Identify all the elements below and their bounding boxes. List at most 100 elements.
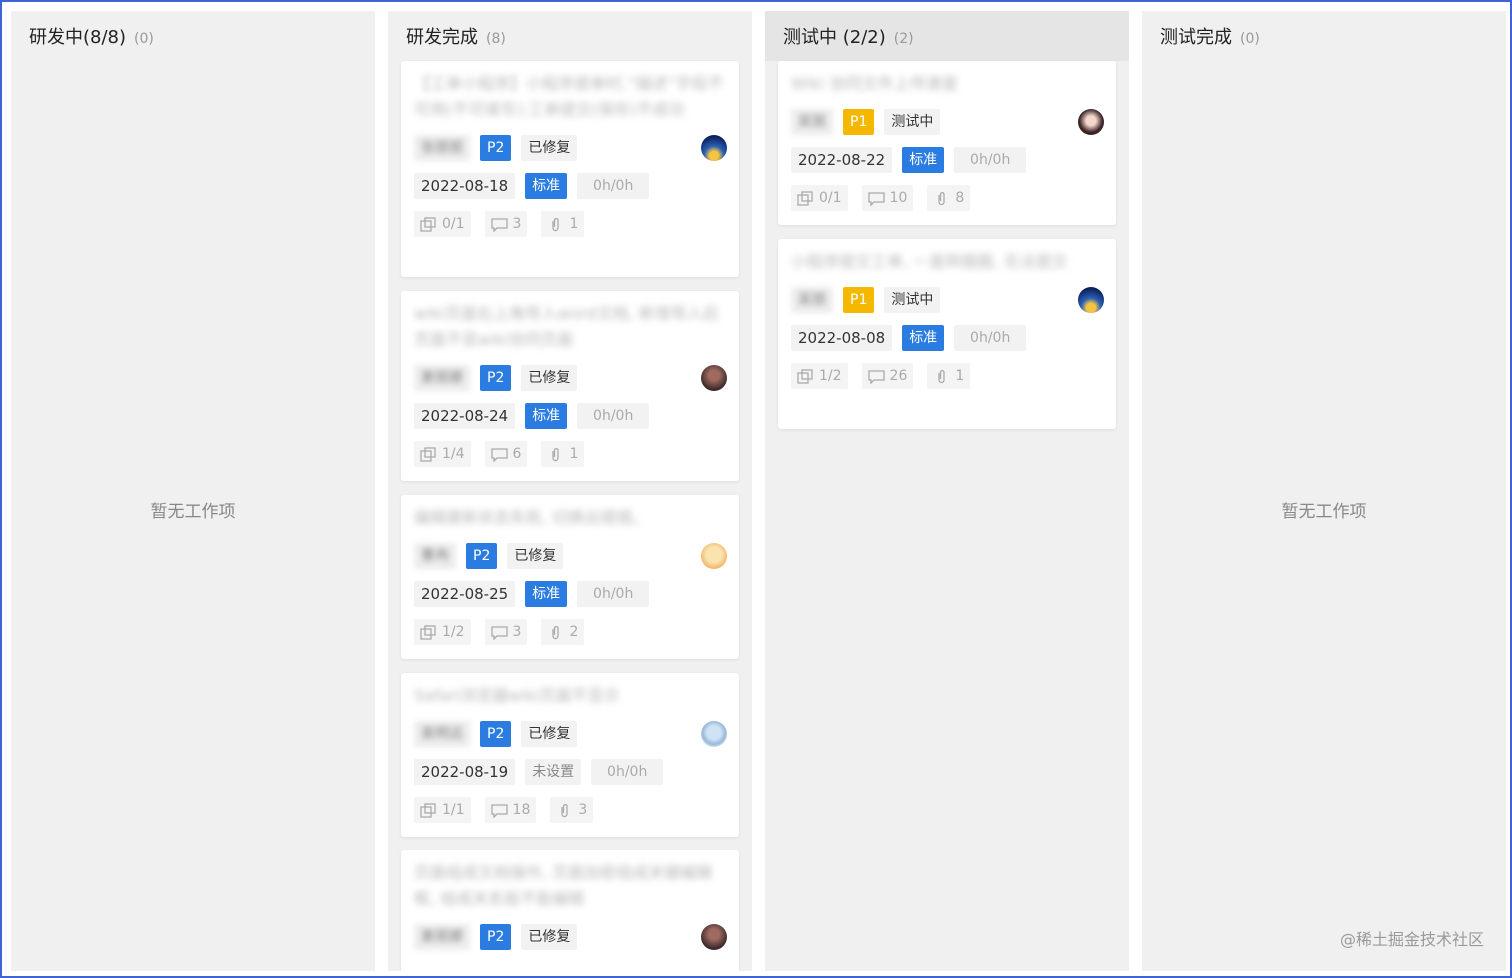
- due-date[interactable]: 2022-08-22: [791, 147, 893, 173]
- status-tag[interactable]: 已修复: [521, 924, 578, 950]
- avatar[interactable]: [701, 135, 727, 161]
- avatar[interactable]: [701, 543, 727, 569]
- subtasks-counter[interactable]: 1/1: [414, 797, 471, 823]
- paperclip-icon: [552, 625, 560, 639]
- column-header: 测试完成 (0): [1142, 11, 1506, 61]
- subtasks-counter[interactable]: 1/4: [414, 441, 471, 467]
- due-date[interactable]: 2022-08-19: [414, 759, 516, 785]
- avatar[interactable]: [1078, 287, 1104, 313]
- card-title[interactable]: 小程序提交工单, 一直转圈圈, 无法提交: [791, 249, 1104, 275]
- due-date[interactable]: 2022-08-18: [414, 173, 516, 199]
- column-header: 测试中 (2/2) (2): [765, 11, 1129, 61]
- attachments-counter[interactable]: 1: [541, 441, 585, 467]
- subtasks-value: 1/1: [442, 802, 465, 818]
- card-title[interactable]: wiki页面右上角导入word文档, 新增导入后页面不显wiki协同页面: [414, 301, 727, 353]
- watermark: @稀土掘金技术社区: [1339, 930, 1484, 949]
- priority-badge[interactable]: P1: [843, 287, 875, 313]
- priority-badge[interactable]: P2: [466, 543, 498, 569]
- attachments-counter[interactable]: 1: [927, 363, 971, 389]
- assignee-tag[interactable]: 袁明远: [414, 721, 470, 747]
- attachments-counter[interactable]: 2: [541, 619, 585, 645]
- work-item-card[interactable]: 页面组成文档操作, 页面加密组成关键编辑框, 组成关系能不能编辑 姜丽娜 P2 …: [401, 850, 739, 971]
- type-tag[interactable]: 标准: [525, 581, 568, 607]
- avatar[interactable]: [1078, 109, 1104, 135]
- type-tag[interactable]: 标准: [525, 173, 568, 199]
- status-tag[interactable]: 测试中: [884, 109, 941, 135]
- estimate-time[interactable]: 0h/0h: [591, 759, 664, 785]
- paperclip-icon: [552, 217, 560, 231]
- comments-counter[interactable]: 6: [484, 441, 528, 467]
- comments-value: 6: [512, 446, 522, 462]
- attachments-counter[interactable]: 8: [927, 185, 971, 211]
- subtasks-counter[interactable]: 0/1: [791, 185, 848, 211]
- column-title: 测试中 (2/2): [783, 27, 886, 48]
- estimate-time[interactable]: 0h/0h: [577, 403, 650, 429]
- status-tag[interactable]: 已修复: [521, 365, 578, 391]
- card-title[interactable]: Wiki 协同文件上传速度: [791, 71, 1104, 97]
- status-tag[interactable]: 已修复: [521, 135, 578, 161]
- card-row-dates: 2022-08-18 标准 0h/0h: [414, 173, 727, 199]
- priority-badge[interactable]: P1: [843, 109, 875, 135]
- priority-badge[interactable]: P2: [480, 721, 512, 747]
- comments-counter[interactable]: 18: [484, 797, 537, 823]
- column-header: 研发中(8/8) (0): [11, 11, 375, 61]
- card-row-people: 姜丽娜 P2 已修复: [414, 365, 727, 391]
- paperclip-icon: [938, 191, 946, 205]
- comments-counter[interactable]: 26: [861, 363, 914, 389]
- estimate-time[interactable]: 0h/0h: [954, 325, 1027, 351]
- column-test-done: 测试完成 (0) 暂无工作项: [1142, 11, 1506, 971]
- column-count: (0): [134, 31, 154, 47]
- work-item-card[interactable]: Wiki 协同文件上传速度 吴丽 P1 测试中 2022-08-22 标准 0h…: [778, 61, 1116, 225]
- priority-badge[interactable]: P2: [480, 135, 512, 161]
- card-row-people: 吴丽 P1 测试中: [791, 287, 1104, 313]
- work-item-card[interactable]: 编辑建新状态失败, 切换出错错。 曹冉 P2 已修复 2022-08-25 标准…: [401, 495, 739, 659]
- assignee-tag[interactable]: 吴丽: [791, 109, 833, 135]
- status-tag[interactable]: 测试中: [884, 287, 941, 313]
- comments-counter[interactable]: 3: [484, 619, 528, 645]
- avatar[interactable]: [701, 365, 727, 391]
- card-title[interactable]: 页面组成文档操作, 页面加密组成关键编辑框, 组成关系能不能编辑: [414, 860, 727, 912]
- type-tag[interactable]: 标准: [902, 147, 945, 173]
- due-date[interactable]: 2022-08-25: [414, 581, 516, 607]
- type-tag[interactable]: 标准: [525, 403, 568, 429]
- attachments-counter[interactable]: 1: [541, 211, 585, 237]
- subtasks-counter[interactable]: 0/1: [414, 211, 471, 237]
- subtasks-value: 0/1: [819, 190, 842, 206]
- estimate-time[interactable]: 0h/0h: [577, 173, 650, 199]
- type-tag[interactable]: 标准: [902, 325, 945, 351]
- comments-counter[interactable]: 10: [861, 185, 914, 211]
- card-title[interactable]: 【工单小程序】小程序提单时,“描述”字段不可用(不可填写):工单提交(保存)不成…: [414, 71, 727, 123]
- avatar[interactable]: [701, 721, 727, 747]
- subtasks-counter[interactable]: 1/2: [414, 619, 471, 645]
- avatar[interactable]: [701, 924, 727, 950]
- kanban-board: 研发中(8/8) (0) 暂无工作项 研发完成 (8) 【工单小程序】小程序提单…: [0, 0, 1512, 978]
- card-row-people: 吴丽 P1 测试中: [791, 109, 1104, 135]
- assignee-tag[interactable]: 吴丽: [791, 287, 833, 313]
- attachments-counter[interactable]: 3: [550, 797, 594, 823]
- work-item-card[interactable]: wiki页面右上角导入word文档, 新增导入后页面不显wiki协同页面 姜丽娜…: [401, 291, 739, 481]
- assignee-tag[interactable]: 张丽丽: [414, 135, 470, 161]
- priority-badge[interactable]: P2: [480, 924, 512, 950]
- assignee-tag[interactable]: 姜丽娜: [414, 924, 470, 950]
- priority-badge[interactable]: P2: [480, 365, 512, 391]
- estimate-time[interactable]: 0h/0h: [577, 581, 650, 607]
- status-tag[interactable]: 已修复: [507, 543, 564, 569]
- subtask-icon: [797, 368, 813, 384]
- work-item-card[interactable]: 小程序提交工单, 一直转圈圈, 无法提交 吴丽 P1 测试中 2022-08-0…: [778, 239, 1116, 429]
- due-date[interactable]: 2022-08-24: [414, 403, 516, 429]
- due-date[interactable]: 2022-08-08: [791, 325, 893, 351]
- card-row-meta: 1/4 6 1: [414, 441, 727, 467]
- subtasks-counter[interactable]: 1/2: [791, 363, 848, 389]
- comments-counter[interactable]: 3: [484, 211, 528, 237]
- empty-placeholder: 暂无工作项: [1281, 502, 1367, 522]
- work-item-card[interactable]: Safari浏览器wiki页面不显示 袁明远 P2 已修复 2022-08-19…: [401, 673, 739, 837]
- status-tag[interactable]: 已修复: [521, 721, 578, 747]
- estimate-time[interactable]: 0h/0h: [954, 147, 1027, 173]
- card-title[interactable]: 编辑建新状态失败, 切换出错错。: [414, 505, 727, 531]
- type-tag[interactable]: 未设置: [525, 759, 582, 785]
- card-title[interactable]: Safari浏览器wiki页面不显示: [414, 683, 727, 709]
- work-item-card[interactable]: 【工单小程序】小程序提单时,“描述”字段不可用(不可填写):工单提交(保存)不成…: [401, 61, 739, 277]
- assignee-tag[interactable]: 姜丽娜: [414, 365, 470, 391]
- assignee-tag[interactable]: 曹冉: [414, 543, 456, 569]
- card-row-meta: 1/2 3 2: [414, 619, 727, 645]
